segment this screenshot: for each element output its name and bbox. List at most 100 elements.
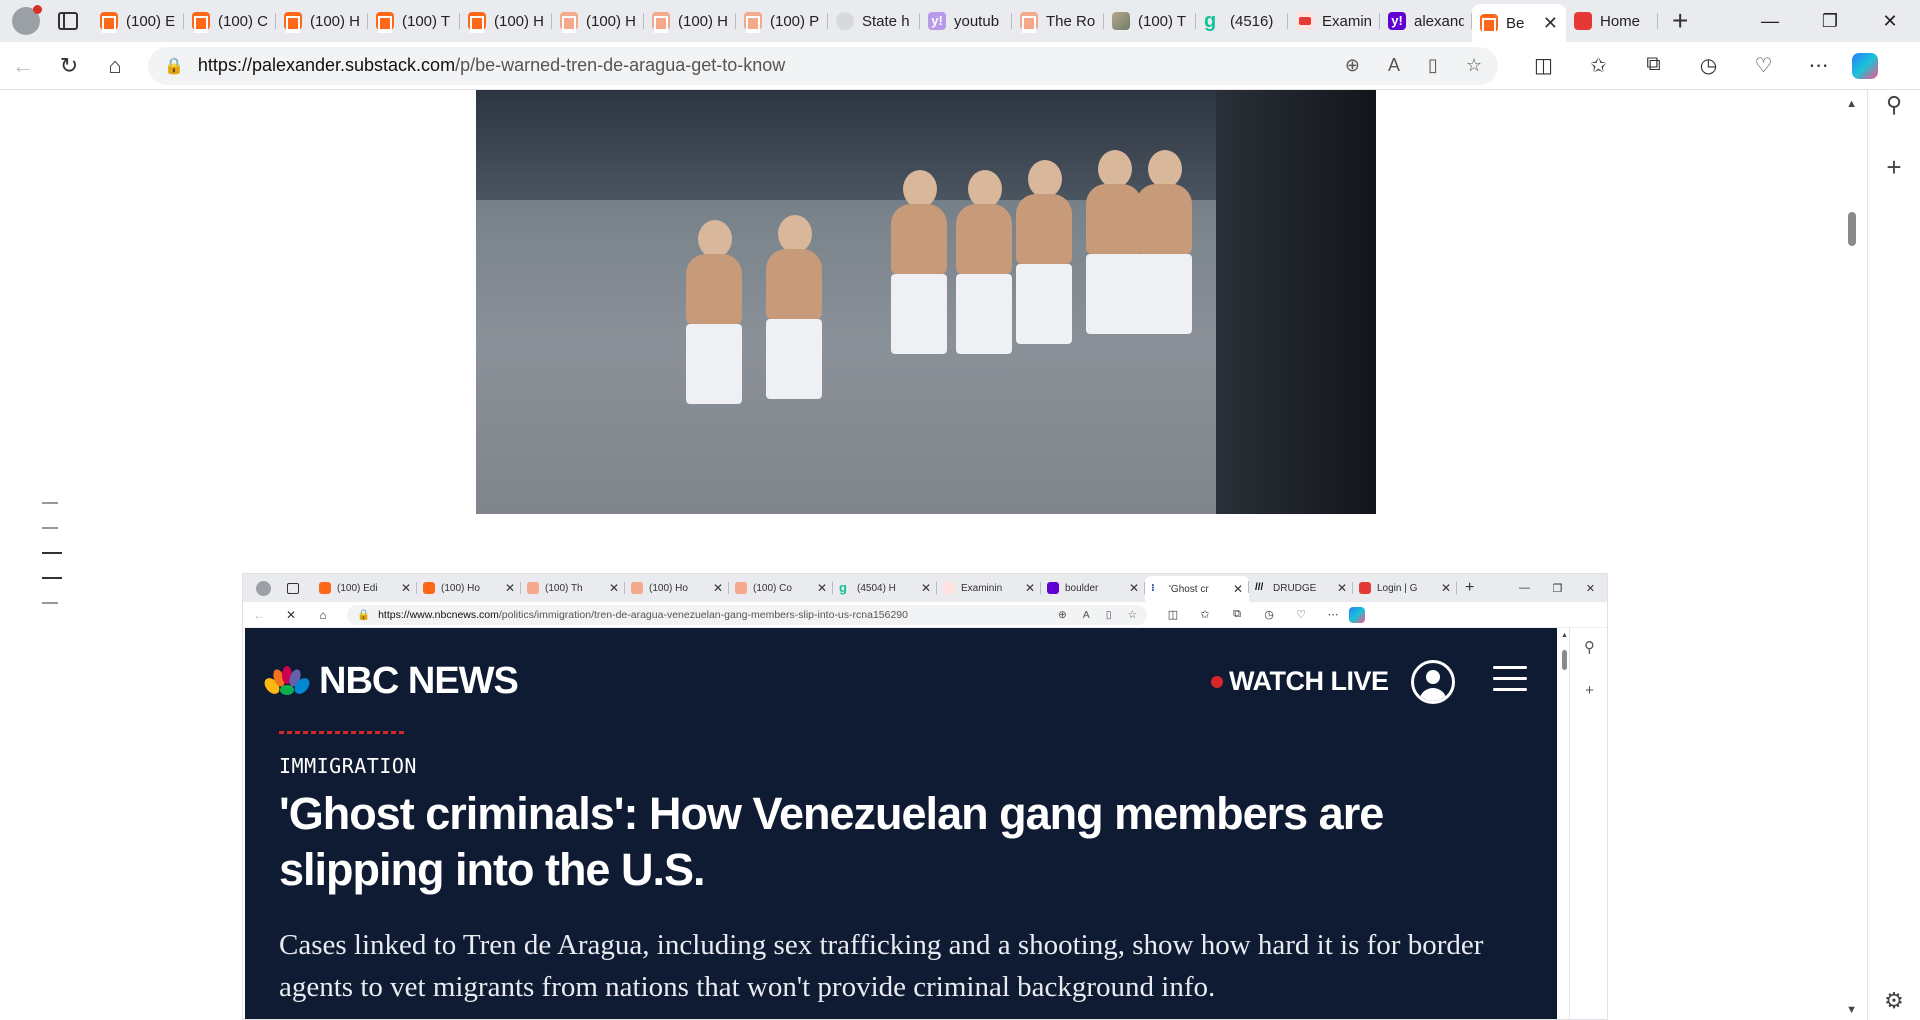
grey-circle-favicon-icon xyxy=(836,12,854,30)
embedded-new-tab-icon: + xyxy=(1465,579,1475,596)
favorites-icon[interactable]: ✩ xyxy=(1571,53,1626,78)
embedded-copilot-icon xyxy=(1349,606,1365,623)
browser-tab[interactable]: (100) T xyxy=(1104,4,1196,38)
grammarly-favicon-icon: g xyxy=(839,580,847,595)
embedded-tab-title: (100) Edi xyxy=(337,582,378,594)
window-controls: — ❐ ✕ xyxy=(1740,0,1920,42)
address-url[interactable]: https://palexander.substack.com/p/be-war… xyxy=(198,55,1345,76)
substack-favicon-icon xyxy=(423,582,435,594)
browser-tab[interactable]: (100) H xyxy=(460,4,552,38)
browser-tab[interactable]: g (4516) xyxy=(1196,4,1288,38)
minimize-icon[interactable]: — xyxy=(1740,0,1800,42)
embedded-history-icon: ◷ xyxy=(1264,609,1274,621)
back-icon[interactable]: ← xyxy=(0,46,46,86)
substack-favicon-icon xyxy=(319,582,331,594)
tab-strip: (100) E (100) C (100) H (100) T (100) H (100)… xyxy=(92,0,1658,42)
browser-sidebar: ⚲ + ⚙ xyxy=(1867,90,1920,1020)
browser-tab[interactable]: (100) C xyxy=(184,4,276,38)
embedded-collections-icon: ⧉ xyxy=(1233,608,1241,620)
browser-tab[interactable]: (100) P xyxy=(736,4,828,38)
tab-actions-icon[interactable] xyxy=(58,12,78,30)
refresh-icon[interactable]: ↻ xyxy=(46,46,92,86)
url-host: https://palexander.substack.com xyxy=(197,55,456,75)
browser-tab[interactable]: Home xyxy=(1566,4,1658,38)
sidebar-search-icon[interactable]: ⚲ xyxy=(1868,92,1920,118)
zoom-icon[interactable]: ⊕ xyxy=(1345,55,1360,76)
embedded-read-aloud-icon: A xyxy=(1082,608,1090,621)
close-tab-icon[interactable]: ✕ xyxy=(1543,13,1558,34)
tab-title: (100) P xyxy=(770,12,820,30)
new-tab-button[interactable]: + xyxy=(1672,5,1688,37)
embedded-tab-title: DRUDGE xyxy=(1273,582,1317,594)
browser-tab[interactable]: Be ✕ xyxy=(1472,4,1566,42)
live-dot-icon xyxy=(1211,675,1223,688)
red-favicon-icon xyxy=(1574,12,1592,30)
nbc-article-page: NBC NEWS WATCH LIVE IMMIGRATION 'Ghost c… xyxy=(245,628,1557,1019)
embedded-tab: (100) Th ✕ xyxy=(521,577,625,599)
history-icon[interactable]: ◷ xyxy=(1681,53,1736,78)
browser-tab[interactable]: (100) H xyxy=(552,4,644,38)
immersive-reader-icon[interactable]: ▯ xyxy=(1428,55,1438,76)
embedded-screenshot: (100) Edi ✕ (100) Ho ✕ (100) Th ✕ (100) Ho ✕ (10… xyxy=(242,573,1608,1020)
yahoo-favicon-icon xyxy=(1047,582,1059,594)
home-icon[interactable]: ⌂ xyxy=(92,46,138,86)
grammarly-favicon-icon: g xyxy=(1204,10,1217,32)
address-bar[interactable]: 🔒 https://palexander.substack.com/p/be-w… xyxy=(148,46,1498,85)
substack-faded-favicon-icon xyxy=(1020,12,1038,30)
sidebar-settings-icon[interactable]: ⚙ xyxy=(1868,988,1920,1014)
browser-tab[interactable]: The Ro xyxy=(1012,4,1104,38)
embedded-tab-title: (4504) H xyxy=(857,582,896,594)
scroll-up-icon[interactable]: ▲ xyxy=(1846,98,1857,110)
yahoo-favicon-icon: y! xyxy=(1388,12,1406,30)
substack-faded-favicon-icon xyxy=(560,12,578,30)
browser-tab[interactable]: (100) T xyxy=(368,4,460,38)
embedded-lock-icon: 🔒 xyxy=(357,609,371,621)
browser-tab[interactable]: (100) H xyxy=(644,4,736,38)
embedded-tab-title: Examinin xyxy=(961,582,1003,594)
browser-tab[interactable]: State h xyxy=(828,4,920,38)
embedded-address-bar: 🔒 https://www.nbcnews.com/politics/immig… xyxy=(347,604,1147,625)
tab-title: (100) H xyxy=(586,12,636,30)
substack-faded-favicon-icon xyxy=(631,582,643,594)
embedded-favorites-icon: ✩ xyxy=(1200,609,1210,621)
close-window-icon[interactable]: ✕ xyxy=(1860,0,1920,42)
scroll-down-icon[interactable]: ▼ xyxy=(1846,1004,1857,1016)
browser-tab[interactable]: (100) E xyxy=(92,4,184,38)
favorite-star-icon[interactable]: ☆ xyxy=(1466,55,1482,76)
page-content: ▲ ▼ (100) Edi ✕ (100) Ho ✕ (100) Th ✕ (100) Ho… xyxy=(0,90,1867,1020)
embedded-tab: (100) Ho ✕ xyxy=(625,577,729,599)
embedded-tab-title: (100) Ho xyxy=(441,582,480,594)
embedded-essentials-icon: ♡ xyxy=(1296,609,1306,621)
split-screen-icon[interactable]: ◫ xyxy=(1516,53,1571,78)
browser-tab[interactable]: y! youtub xyxy=(920,4,1012,38)
embedded-search-icon: ⚲ xyxy=(1584,639,1595,656)
lock-icon[interactable]: 🔒 xyxy=(164,56,184,76)
sidebar-add-icon[interactable]: + xyxy=(1868,152,1920,183)
watch-live-button: WATCH LIVE xyxy=(1211,666,1389,697)
read-aloud-icon[interactable]: A xyxy=(1388,55,1400,76)
embedded-home-icon: ⌂ xyxy=(319,607,327,622)
browser-essentials-icon[interactable]: ♡ xyxy=(1736,53,1791,78)
substack-faded-favicon-icon xyxy=(527,582,539,594)
browser-tab[interactable]: (100) H xyxy=(276,4,368,38)
copilot-icon[interactable] xyxy=(1852,52,1878,79)
embedded-tab: Examinin ✕ xyxy=(937,577,1041,599)
embedded-close-tab-icon: ✕ xyxy=(400,581,411,595)
scrollbar-thumb[interactable] xyxy=(1848,212,1856,246)
embedded-tab: /// DRUDGE ✕ xyxy=(1249,577,1353,599)
tab-title: alexand xyxy=(1414,12,1464,30)
article-dek: Cases linked to Tren de Aragua, includin… xyxy=(279,929,1484,1003)
embedded-close-tab-icon: ✕ xyxy=(920,581,931,595)
substack-faded-favicon-icon xyxy=(735,582,747,594)
browser-tab[interactable]: y! alexand xyxy=(1380,4,1472,38)
embedded-tab-bar: (100) Edi ✕ (100) Ho ✕ (100) Th ✕ (100) Ho ✕ (10… xyxy=(243,574,1607,602)
more-menu-icon[interactable]: ⋯ xyxy=(1791,53,1846,78)
substack-favicon-icon xyxy=(284,12,302,30)
profile-avatar[interactable] xyxy=(12,5,42,35)
collections-icon[interactable]: ⧉ xyxy=(1626,53,1681,78)
substack-favicon-icon xyxy=(100,12,118,30)
browser-tab[interactable]: Examin xyxy=(1288,4,1380,38)
embedded-tab: (100) Ho ✕ xyxy=(417,577,521,599)
restore-icon[interactable]: ❐ xyxy=(1800,0,1860,42)
article-outline-nav[interactable] xyxy=(42,502,62,627)
